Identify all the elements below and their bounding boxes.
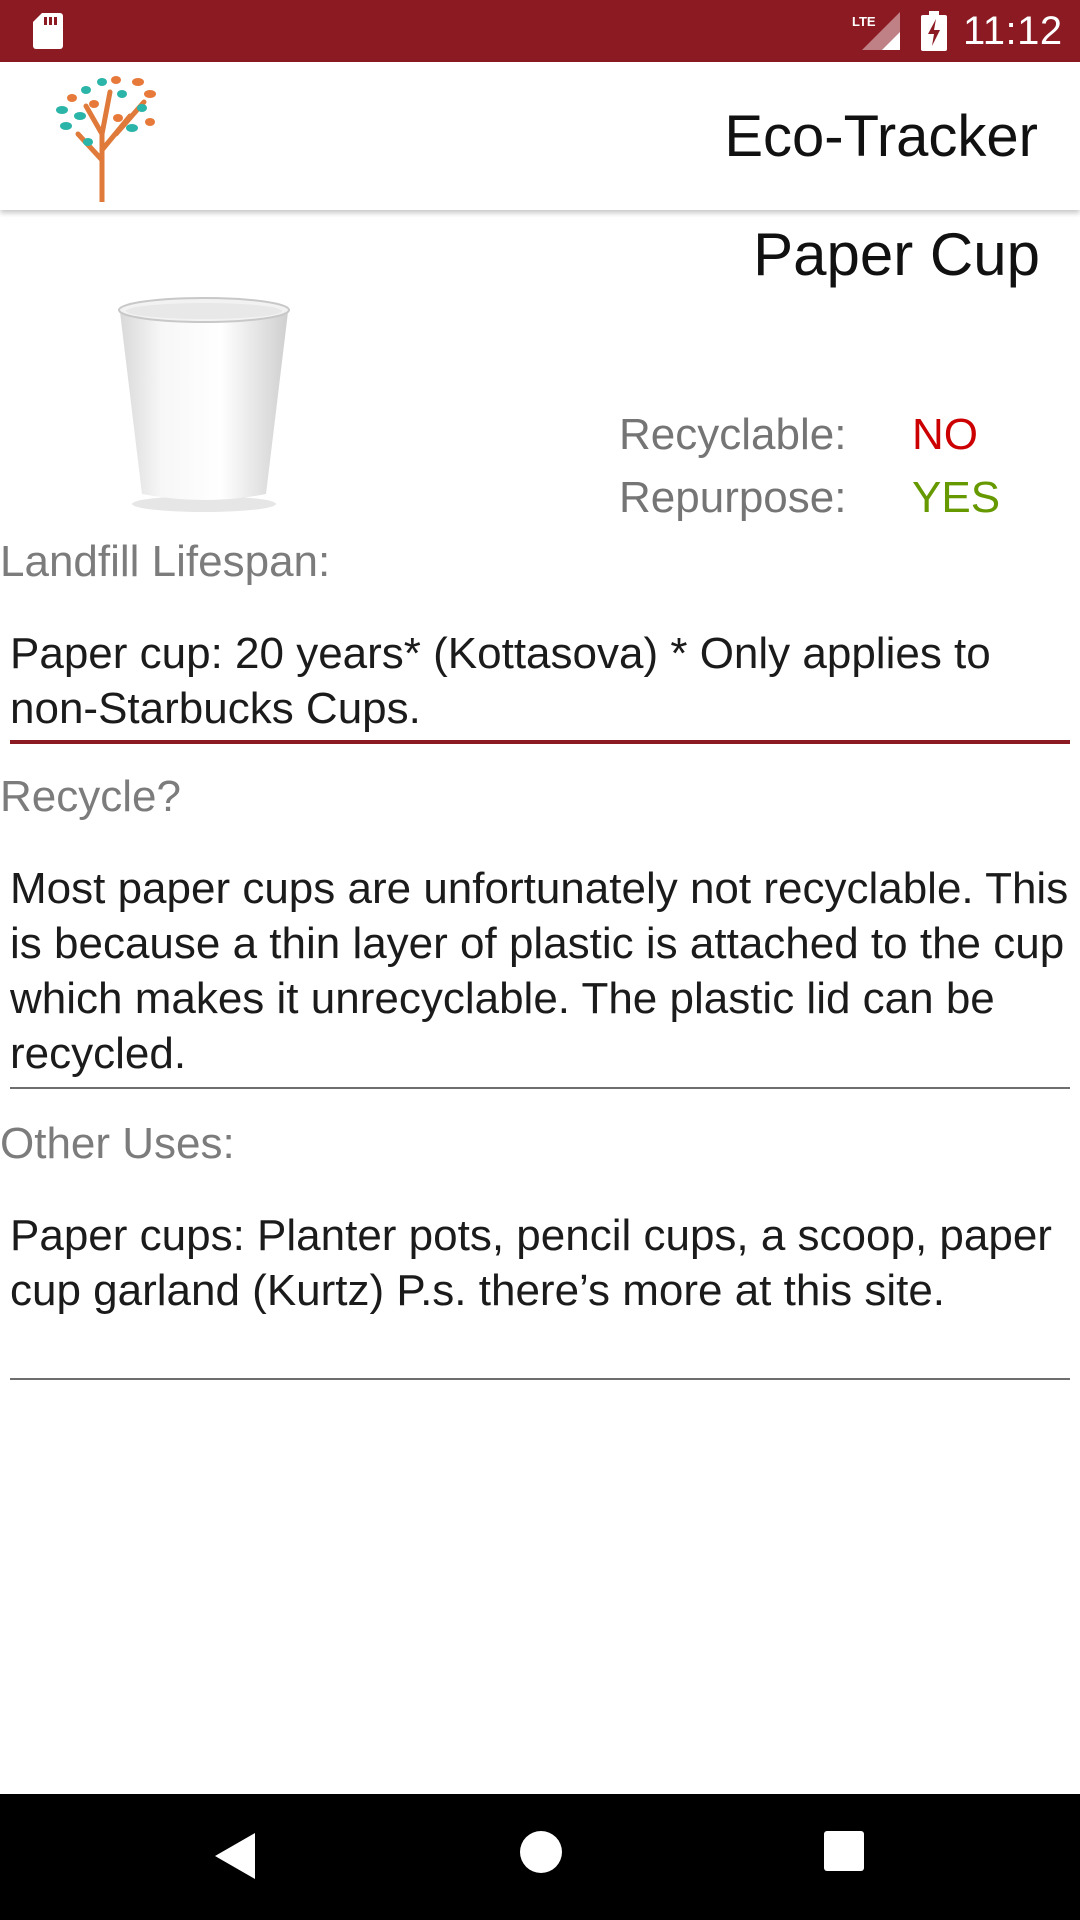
status-bar: LTE 11:12: [0, 0, 1080, 62]
tree-logo-icon: [56, 76, 156, 202]
landfill-lifespan-label: Landfill Lifespan:: [0, 537, 331, 586]
item-title: Paper Cup: [753, 221, 1040, 288]
home-circle-icon[interactable]: [519, 1830, 563, 1874]
battery-charging-icon: [921, 11, 947, 51]
recents-square-icon[interactable]: [823, 1830, 865, 1872]
recyclable-value: NO: [912, 410, 978, 459]
other-uses-field[interactable]: Paper cups: Planter pots, pencil cups, a…: [10, 1204, 1070, 1380]
recyclable-label: Recyclable:: [619, 410, 847, 459]
back-triangle-icon[interactable]: [213, 1831, 257, 1881]
app-title: Eco-Tracker: [724, 104, 1038, 169]
repurpose-value: YES: [912, 473, 1001, 522]
network-type-label: LTE: [852, 14, 876, 29]
lte-signal-icon: LTE: [852, 12, 900, 50]
navigation-bar: [0, 1794, 1080, 1920]
sd-card-icon: [33, 13, 63, 49]
recycle-field[interactable]: Most paper cups are unfortunately not re…: [10, 857, 1070, 1089]
app-bar: Eco-Tracker: [0, 62, 1080, 210]
repurpose-label: Repurpose:: [619, 473, 847, 522]
paper-cup-image: [118, 297, 290, 512]
status-clock: 11:12: [963, 9, 1063, 53]
recycle-label: Recycle?: [0, 772, 181, 821]
other-uses-label: Other Uses:: [0, 1119, 235, 1168]
landfill-lifespan-field[interactable]: Paper cup: 20 years* (Kottasova) * Only …: [10, 622, 1070, 744]
